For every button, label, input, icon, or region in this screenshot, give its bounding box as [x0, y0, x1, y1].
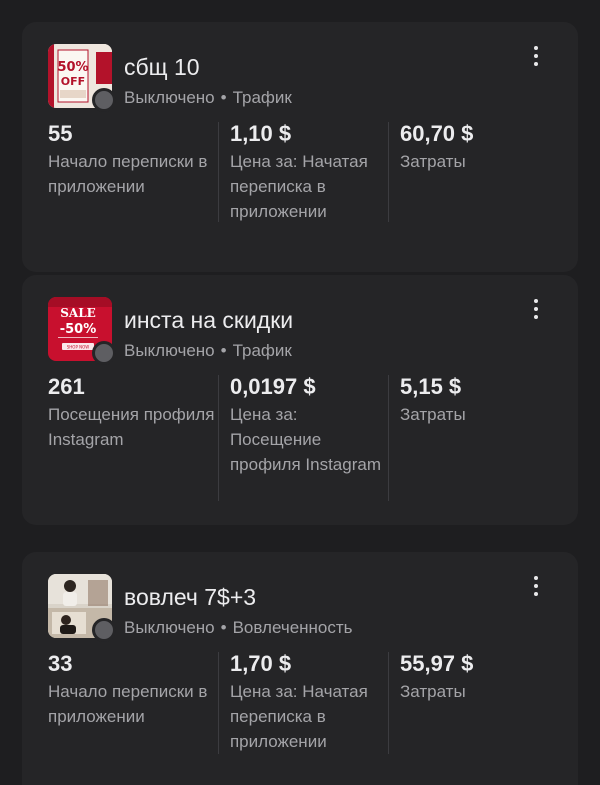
more-options-icon[interactable] [524, 297, 548, 321]
more-options-icon[interactable] [524, 44, 548, 68]
metric-cost-per-result: 1,10 $ Цена за: Начатая переписка в прил… [217, 120, 388, 224]
status-dot-icon [92, 341, 116, 365]
metric-label: Начало переписки в приложении [48, 152, 208, 196]
campaign-name: вовлеч 7$+3 [124, 584, 257, 610]
metric-value: 1,10 $ [229, 121, 292, 146]
metric-spend: 5,15 $ Затраты [387, 373, 558, 501]
campaign-list: 50% OFF сбщ 10 Выключено • Трафик 55 Начал… [0, 0, 600, 785]
separator: • [220, 341, 227, 360]
campaign-objective: Трафик [232, 88, 292, 107]
metric-label: Начало переписки в приложении [48, 682, 208, 726]
campaign-subline: Выключено • Вовлеченность [124, 618, 353, 638]
metric-label: Посещения профиля Instagram [48, 405, 215, 449]
campaign-status: Выключено [124, 618, 215, 637]
metrics-row: 33 Начало переписки в приложении 1,70 $ … [48, 650, 558, 754]
metric-cost-per-result: 1,70 $ Цена за: Начатая переписка в прил… [217, 650, 388, 754]
campaign-name: сбщ 10 [124, 54, 200, 80]
metric-value: 5,15 $ [399, 374, 462, 399]
campaign-name: инста на скидки [124, 307, 294, 333]
status-dot-icon [92, 618, 116, 642]
metric-label: Затраты [399, 682, 466, 701]
thumbnail-off-text: OFF [61, 75, 85, 88]
metric-cost-per-result: 0,0197 $ Цена за: Посещение профиля Inst… [217, 373, 388, 501]
metric-value: 55 [48, 121, 73, 146]
metric-value: 55,97 $ [399, 651, 474, 676]
separator: • [220, 88, 227, 107]
thumbnail-percent-text: 50% [57, 60, 88, 75]
more-options-icon[interactable] [524, 574, 548, 598]
metric-value: 0,0197 $ [229, 374, 316, 399]
metric-value: 1,70 $ [229, 651, 292, 676]
metric-spend: 55,97 $ Затраты [387, 650, 558, 754]
metric-value: 60,70 $ [399, 121, 474, 146]
campaign-objective: Вовлеченность [232, 618, 353, 637]
metric-results: 33 Начало переписки в приложении [48, 650, 218, 754]
metric-results: 55 Начало переписки в приложении [48, 120, 218, 224]
campaign-status: Выключено [124, 341, 215, 360]
metric-results: 261 Посещения профиля Instagram [48, 373, 218, 477]
metrics-row: 55 Начало переписки в приложении 1,10 $ … [48, 120, 558, 224]
separator: • [220, 618, 227, 637]
metric-label: Затраты [399, 405, 466, 424]
campaign-subline: Выключено • Трафик [124, 341, 292, 361]
metric-label: Цена за: Начатая переписка в приложении [229, 682, 368, 751]
campaign-objective: Трафик [232, 341, 292, 360]
campaign-status: Выключено [124, 88, 215, 107]
metric-value: 33 [48, 651, 73, 676]
campaign-card[interactable]: вовлеч 7$+3 Выключено • Вовлеченность 33 Н… [22, 552, 578, 785]
metric-label: Цена за: Начатая переписка в приложении [229, 152, 368, 221]
metric-label: Цена за: Посещение профиля Instagram [229, 405, 381, 474]
metric-spend: 60,70 $ Затраты [387, 120, 558, 224]
campaign-subline: Выключено • Трафик [124, 88, 292, 108]
thumbnail-sale-text: SALE [60, 306, 96, 320]
campaign-card[interactable]: SALE -50% SHOP NOW инста на скидки Выклю… [22, 275, 578, 525]
status-dot-icon [92, 88, 116, 112]
campaign-card[interactable]: 50% OFF сбщ 10 Выключено • Трафик 55 Начал… [22, 22, 578, 272]
metrics-row: 261 Посещения профиля Instagram 0,0197 $… [48, 373, 558, 501]
metric-label: Затраты [399, 152, 466, 171]
metric-value: 261 [48, 374, 85, 399]
thumbnail-shop-text: SHOP NOW [67, 345, 90, 350]
thumbnail-percent-text: -50% [60, 322, 97, 337]
